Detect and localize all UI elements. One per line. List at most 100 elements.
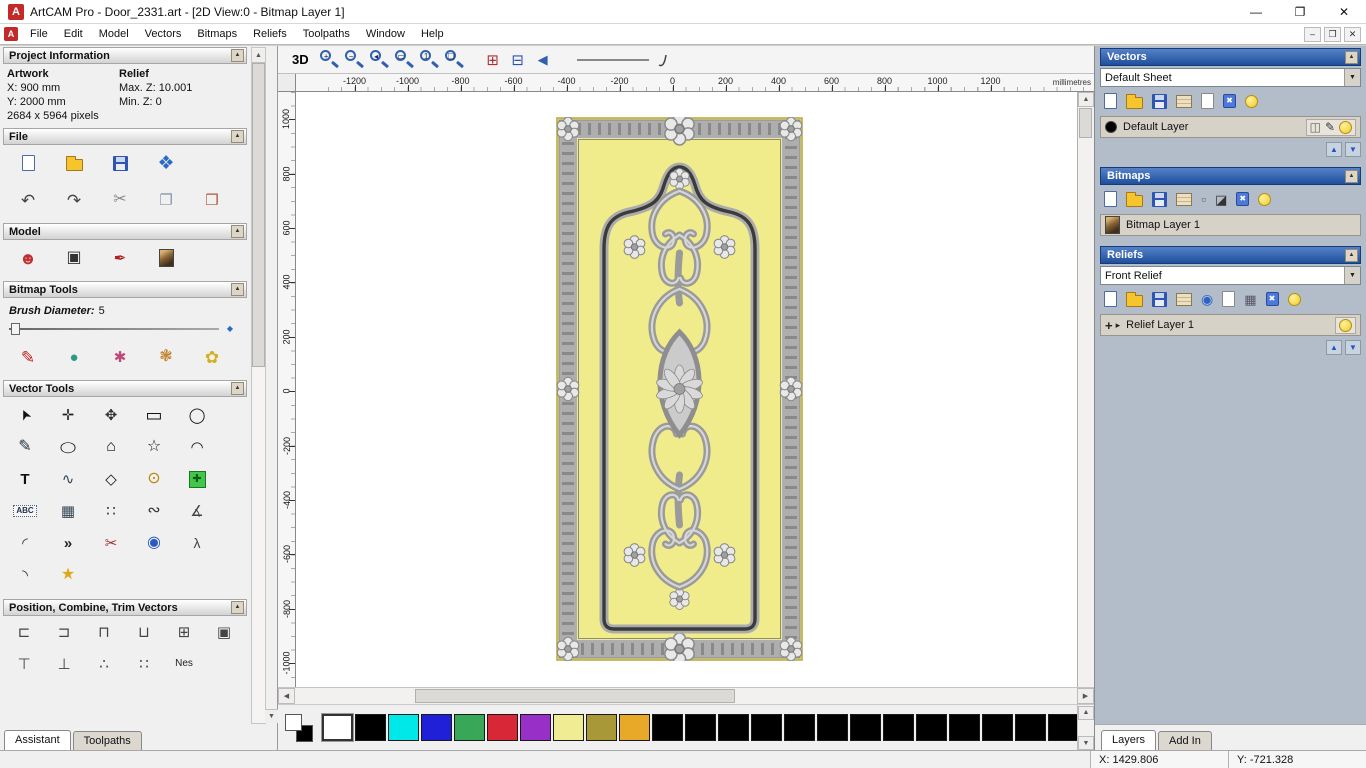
canvas-horizontal-scrollbar[interactable]: ◀ ▶ <box>278 687 1094 704</box>
menu-item[interactable]: Help <box>413 26 452 42</box>
palette-swatch[interactable] <box>850 714 881 741</box>
collapse-button[interactable]: ▲ <box>231 601 244 614</box>
collapse-button[interactable]: ▲ <box>1345 169 1358 183</box>
palette-swatch[interactable] <box>520 714 551 741</box>
text-block-icon[interactable]: ABC <box>7 499 43 523</box>
align-centers-icon[interactable]: ▣ <box>207 621 241 643</box>
tab-layers[interactable]: Layers <box>1101 730 1157 750</box>
align-bottom-icon[interactable]: ⊔ <box>127 621 161 643</box>
delete-relief-layer-icon[interactable]: ✖ <box>1265 292 1279 306</box>
contrast-icon[interactable]: ◪ <box>1215 193 1227 206</box>
save-vector-layer-icon[interactable] <box>1152 93 1167 109</box>
mdi-close-button[interactable]: ✕ <box>1344 26 1361 42</box>
create-rectangle-icon[interactable]: ▭ <box>136 403 172 427</box>
undo-icon[interactable]: ↶ <box>11 187 45 213</box>
canvas-2d-view[interactable] <box>296 92 1077 687</box>
align-top-icon[interactable]: ⊓ <box>87 621 121 643</box>
collapse-button[interactable]: ▲ <box>1345 50 1358 64</box>
merge-relief-layers-icon[interactable] <box>1176 292 1192 306</box>
merge-vector-layers-icon[interactable] <box>1176 94 1192 108</box>
toggle-all-vectors-icon[interactable] <box>1245 94 1258 108</box>
close-button[interactable]: ✕ <box>1322 0 1366 23</box>
collapse-button[interactable]: ▲ <box>1345 248 1358 262</box>
measure-tool-icon[interactable]: ∡ <box>179 499 215 523</box>
layer-colour-swatch[interactable] <box>1105 121 1117 133</box>
scrollbar-thumb[interactable] <box>252 63 265 367</box>
menu-item[interactable]: Edit <box>56 26 91 42</box>
add-relief-layer-icon[interactable]: + <box>1105 319 1113 332</box>
menu-item[interactable]: Reliefs <box>245 26 295 42</box>
palette-swatch[interactable] <box>982 714 1013 741</box>
relief-visibility-icon[interactable] <box>1339 318 1352 332</box>
transform-vectors-icon[interactable]: ✥ <box>93 403 129 427</box>
palette-swatch[interactable] <box>322 714 353 741</box>
vector-layer-row[interactable]: Default Layer ◫ ✎ <box>1100 116 1361 138</box>
palette-swatch[interactable] <box>355 714 386 741</box>
scroll-down-button[interactable]: ▼ <box>265 709 278 723</box>
fillet-corner-icon[interactable]: ◝ <box>7 563 43 587</box>
chevron-down-icon[interactable]: ▼ <box>1344 267 1360 284</box>
redo-icon[interactable]: ↷ <box>57 187 91 213</box>
move-layer-up-button[interactable]: ▲ <box>1326 340 1342 355</box>
scrollbar-thumb[interactable] <box>1079 108 1092 138</box>
paste-icon[interactable]: ❒ <box>195 187 229 213</box>
create-ellipse-icon[interactable]: ◯ <box>50 435 86 459</box>
brush-diameter-slider[interactable]: ◆ <box>9 321 233 337</box>
extrude-vector-icon[interactable]: ◉ <box>136 531 172 555</box>
greyscale-view-icon[interactable]: ☻ <box>11 245 45 271</box>
new-vector-layer-icon[interactable] <box>1104 93 1117 109</box>
scatter-copies-icon[interactable]: ∴ <box>87 653 121 672</box>
palette-scrollbar[interactable]: ▲ ▼ <box>1077 705 1094 750</box>
palette-swatch[interactable] <box>685 714 716 741</box>
create-text-icon[interactable]: T <box>7 467 43 491</box>
palette-swatch[interactable] <box>1015 714 1046 741</box>
layer-visibility-icon[interactable] <box>1339 120 1352 134</box>
mdi-minimize-button[interactable]: – <box>1304 26 1321 42</box>
flood-fill-icon[interactable]: ✿ <box>195 344 229 370</box>
palette-swatch[interactable] <box>421 714 452 741</box>
palette-swatch[interactable] <box>718 714 749 741</box>
texture-image-icon[interactable] <box>149 245 183 271</box>
foreground-colour-chip[interactable] <box>285 713 302 731</box>
scroll-left-button[interactable]: ◀ <box>278 688 295 704</box>
open-bitmap-layer-icon[interactable] <box>1126 192 1143 207</box>
create-circle-icon[interactable]: ◯ <box>179 403 215 427</box>
nesting-icon[interactable]: Nes <box>167 653 201 672</box>
palette-swatch[interactable] <box>487 714 518 741</box>
bitmap-layer-row[interactable]: Bitmap Layer 1 <box>1100 214 1361 236</box>
fit-curve-icon[interactable]: ∾ <box>136 499 172 523</box>
new-relief-icon[interactable] <box>1222 291 1236 307</box>
scroll-up-button[interactable]: ▲ <box>1078 705 1094 720</box>
paste-array-icon[interactable]: ⊤ <box>7 653 41 672</box>
move-layer-down-button[interactable]: ▼ <box>1345 142 1361 157</box>
create-polygon-icon[interactable]: ⌂ <box>93 435 129 459</box>
arc-through-points-icon[interactable]: ◜ <box>7 531 43 555</box>
scroll-down-button[interactable]: ▼ <box>1078 736 1094 750</box>
grid-tool-icon[interactable]: ▦ <box>50 499 86 523</box>
zoom-window-icon[interactable]: ▭ <box>393 49 415 71</box>
new-bitmap-layer-icon[interactable] <box>1104 191 1117 207</box>
palette-swatch[interactable] <box>883 714 914 741</box>
scroll-right-button[interactable]: ▶ <box>1077 688 1094 704</box>
move-layer-down-button[interactable]: ▼ <box>1345 340 1361 355</box>
smooth-relief-icon[interactable]: ◉ <box>1201 292 1213 306</box>
wrap-text-icon[interactable]: ∿ <box>50 467 86 491</box>
join-vectors-icon[interactable]: » <box>50 531 86 555</box>
create-arc-icon[interactable]: ◠ <box>179 435 215 459</box>
spray-brush-icon[interactable]: ✱ <box>103 344 137 370</box>
palette-swatch[interactable] <box>916 714 947 741</box>
paste-rotated-icon[interactable]: ⊥ <box>47 653 81 672</box>
new-relief-layer-icon[interactable] <box>1104 291 1117 307</box>
mdi-restore-button[interactable]: ❐ <box>1324 26 1341 42</box>
paste-vectors-icon[interactable]: ✚ <box>179 467 215 491</box>
save-model-icon[interactable] <box>103 150 137 176</box>
palette-swatch[interactable] <box>454 714 485 741</box>
palette-swatch[interactable] <box>817 714 848 741</box>
new-sheet-icon[interactable] <box>1201 93 1214 109</box>
scroll-up-button[interactable]: ▲ <box>252 49 265 63</box>
zoom-previous-icon[interactable]: ◂ <box>368 49 390 71</box>
menu-item[interactable]: Toolpaths <box>295 26 358 42</box>
block-copy-icon[interactable]: ∷ <box>93 499 129 523</box>
merge-bitmap-layers-icon[interactable] <box>1176 192 1192 206</box>
palette-swatch[interactable] <box>784 714 815 741</box>
